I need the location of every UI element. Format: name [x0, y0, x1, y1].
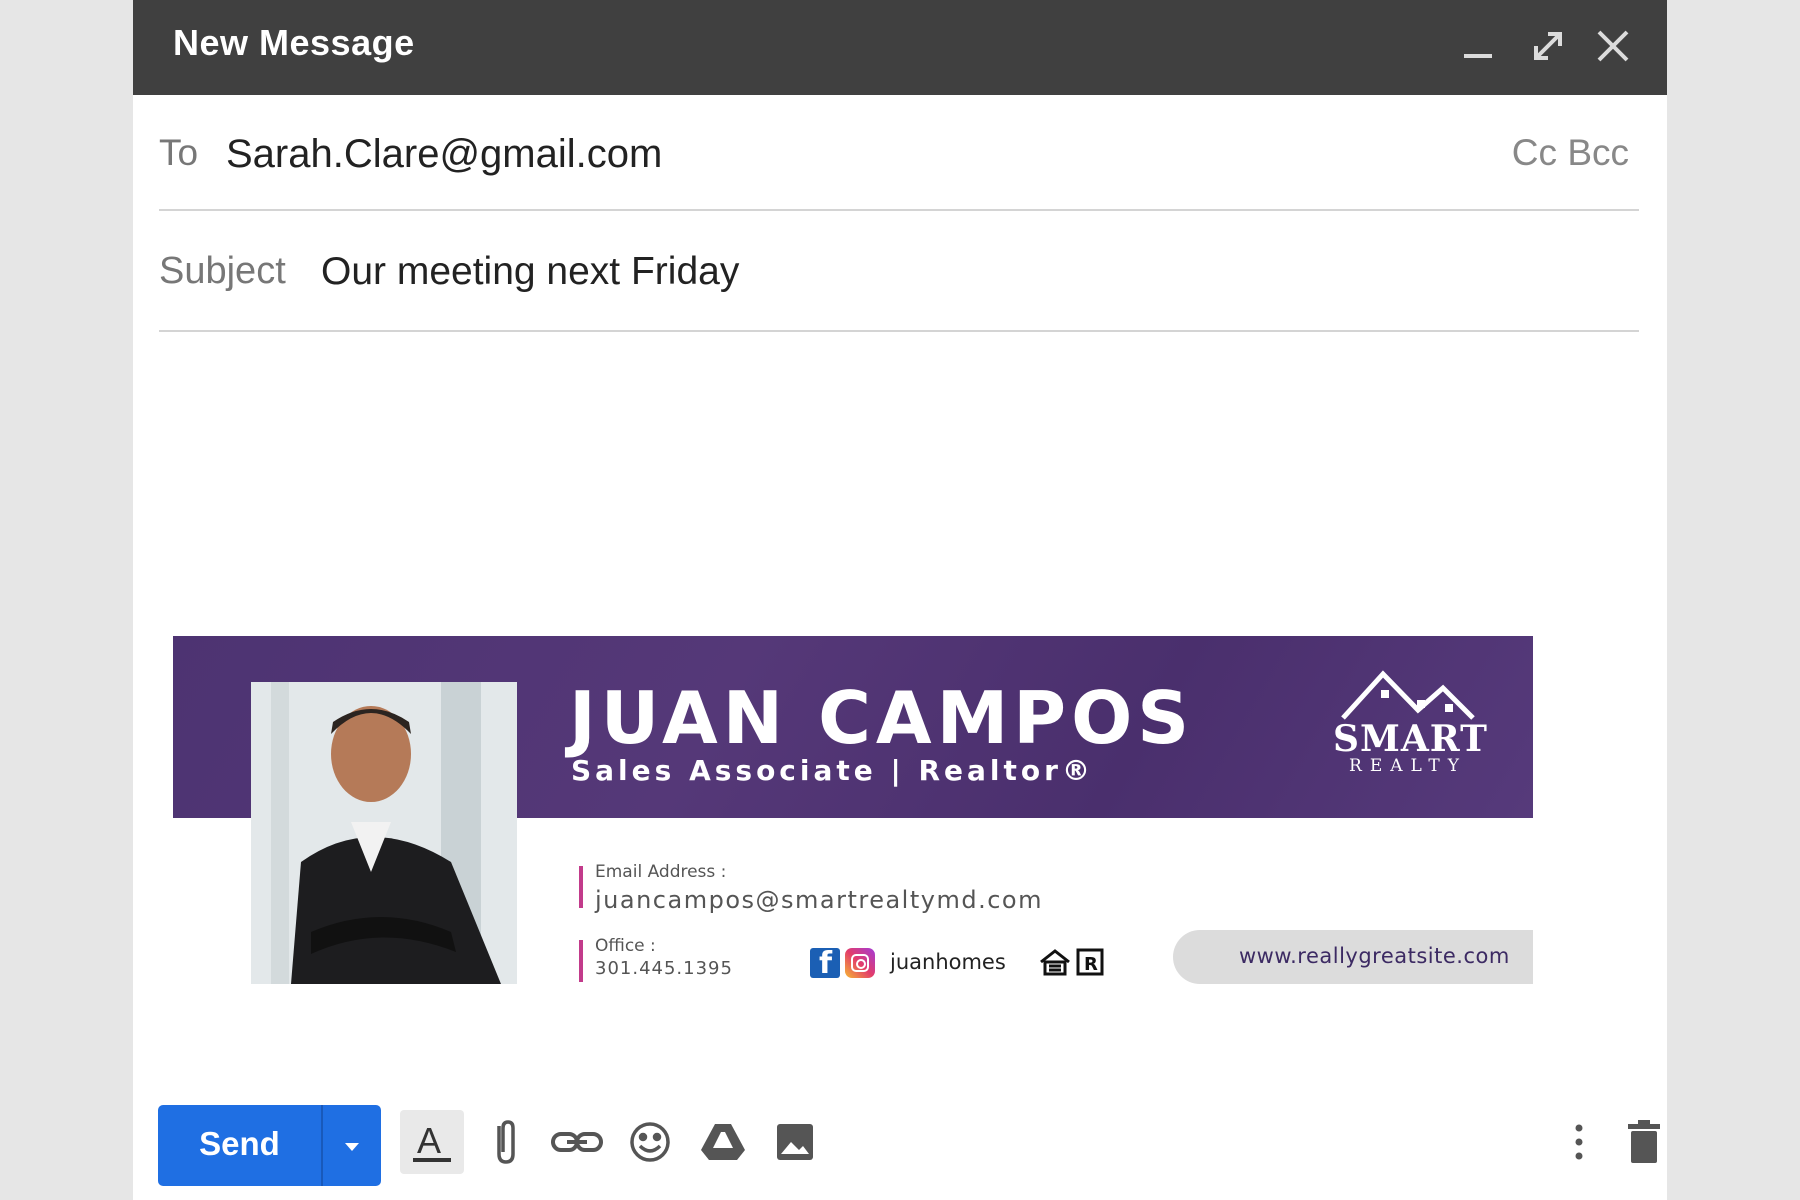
drive-icon[interactable]	[691, 1110, 755, 1174]
accent-bar	[579, 866, 583, 908]
bcc-link[interactable]: Bcc	[1567, 132, 1629, 173]
website-pill[interactable]: www.reallygreatsite.com	[1173, 930, 1533, 984]
equal-housing-icon	[1038, 948, 1072, 980]
trash-icon[interactable]	[1612, 1110, 1676, 1174]
emoji-icon[interactable]	[618, 1110, 682, 1174]
send-label: Send	[199, 1125, 280, 1162]
compose-window: New Message To Sarah.Clare@gmail.com Cc …	[133, 0, 1667, 1200]
to-field[interactable]: Sarah.Clare@gmail.com	[226, 132, 662, 177]
signature-name: JUAN CAMPOS	[569, 676, 1195, 760]
divider	[159, 330, 1639, 332]
instagram-icon[interactable]	[845, 948, 875, 978]
office-label: Office :	[595, 936, 656, 956]
email-signature: JUAN CAMPOS Sales Associate | Realtor® S…	[173, 636, 1533, 986]
photo-icon[interactable]	[763, 1110, 827, 1174]
signature-role: Sales Associate | Realtor®	[571, 754, 1094, 787]
subject-label: Subject	[159, 250, 286, 292]
social-handle: juanhomes	[890, 950, 1006, 974]
link-icon[interactable]	[545, 1110, 609, 1174]
chevron-down-icon	[345, 1143, 359, 1151]
close-icon[interactable]	[1591, 24, 1635, 68]
profile-photo	[251, 682, 517, 984]
website-link[interactable]: www.reallygreatsite.com	[1239, 944, 1510, 968]
cc-link[interactable]: Cc	[1512, 132, 1557, 173]
signature-email[interactable]: juancampos@smartrealtymd.com	[595, 886, 1043, 914]
minimize-icon[interactable]	[1456, 24, 1500, 68]
title-bar: New Message	[133, 0, 1667, 95]
formatting-icon[interactable]: A	[400, 1110, 464, 1174]
more-options-icon[interactable]	[1547, 1110, 1611, 1174]
attach-icon[interactable]	[473, 1110, 537, 1174]
accent-bar	[579, 940, 583, 982]
send-options-button[interactable]	[323, 1105, 381, 1186]
to-label: To	[159, 132, 199, 173]
facebook-icon[interactable]: f	[810, 946, 840, 981]
subject-field[interactable]: Our meeting next Friday	[321, 250, 739, 294]
logo-subtext: REALTY	[1349, 756, 1467, 776]
cc-bcc-links: Cc Bcc	[1512, 132, 1629, 174]
fullscreen-icon[interactable]	[1526, 24, 1570, 68]
send-button[interactable]: Send	[158, 1105, 381, 1186]
email-label: Email Address :	[595, 862, 727, 882]
divider	[159, 209, 1639, 211]
realtor-icon: R	[1076, 948, 1104, 980]
office-phone: 301.445.1395	[595, 958, 733, 979]
svg-text:R: R	[1084, 954, 1098, 975]
logo-text: SMART	[1333, 718, 1488, 760]
window-title: New Message	[173, 22, 415, 63]
company-logo: SMART REALTY	[1333, 670, 1488, 780]
svg-text:A: A	[417, 1120, 441, 1161]
